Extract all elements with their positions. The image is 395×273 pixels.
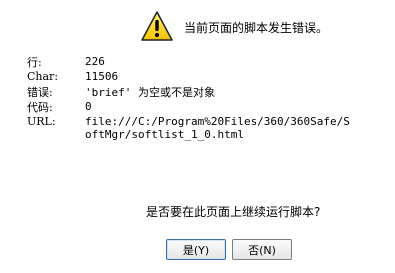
field-value-line: 226	[85, 55, 105, 68]
field-label-url: URL:	[27, 115, 56, 128]
continue-question: 是否要在此页面上继续运行脚本?	[146, 205, 321, 219]
yes-button[interactable]: 是(Y)	[166, 239, 226, 260]
error-details: 行: 226 Char: 11506 错误: 'brief' 为空或不是对象 代…	[27, 54, 350, 141]
button-row: 是(Y) 否(N)	[166, 239, 292, 260]
field-label-code: 代码:	[27, 100, 53, 114]
field-line: 行: 226	[27, 54, 350, 69]
field-code: 代码: 0	[27, 99, 350, 114]
field-url: URL: file:///C:/Program%20Files/360/360S…	[27, 115, 350, 141]
field-error: 错误: 'brief' 为空或不是对象	[27, 84, 350, 99]
field-value-url: file:///C:/Program%20Files/360/360Safe/S…	[85, 115, 350, 141]
field-value-error: 'brief' 为空或不是对象	[85, 85, 215, 99]
field-label-line: 行:	[27, 55, 42, 69]
field-label-char: Char:	[27, 70, 59, 83]
warning-icon	[140, 10, 174, 44]
dialog-title: 当前页面的脚本发生错误。	[184, 20, 329, 35]
field-label-error: 错误:	[27, 85, 53, 99]
field-char: Char: 11506	[27, 69, 350, 84]
dialog-header: 当前页面的脚本发生错误。	[140, 10, 328, 44]
no-button[interactable]: 否(N)	[232, 239, 292, 260]
field-value-char: 11506	[85, 70, 119, 83]
field-value-code: 0	[85, 100, 92, 113]
